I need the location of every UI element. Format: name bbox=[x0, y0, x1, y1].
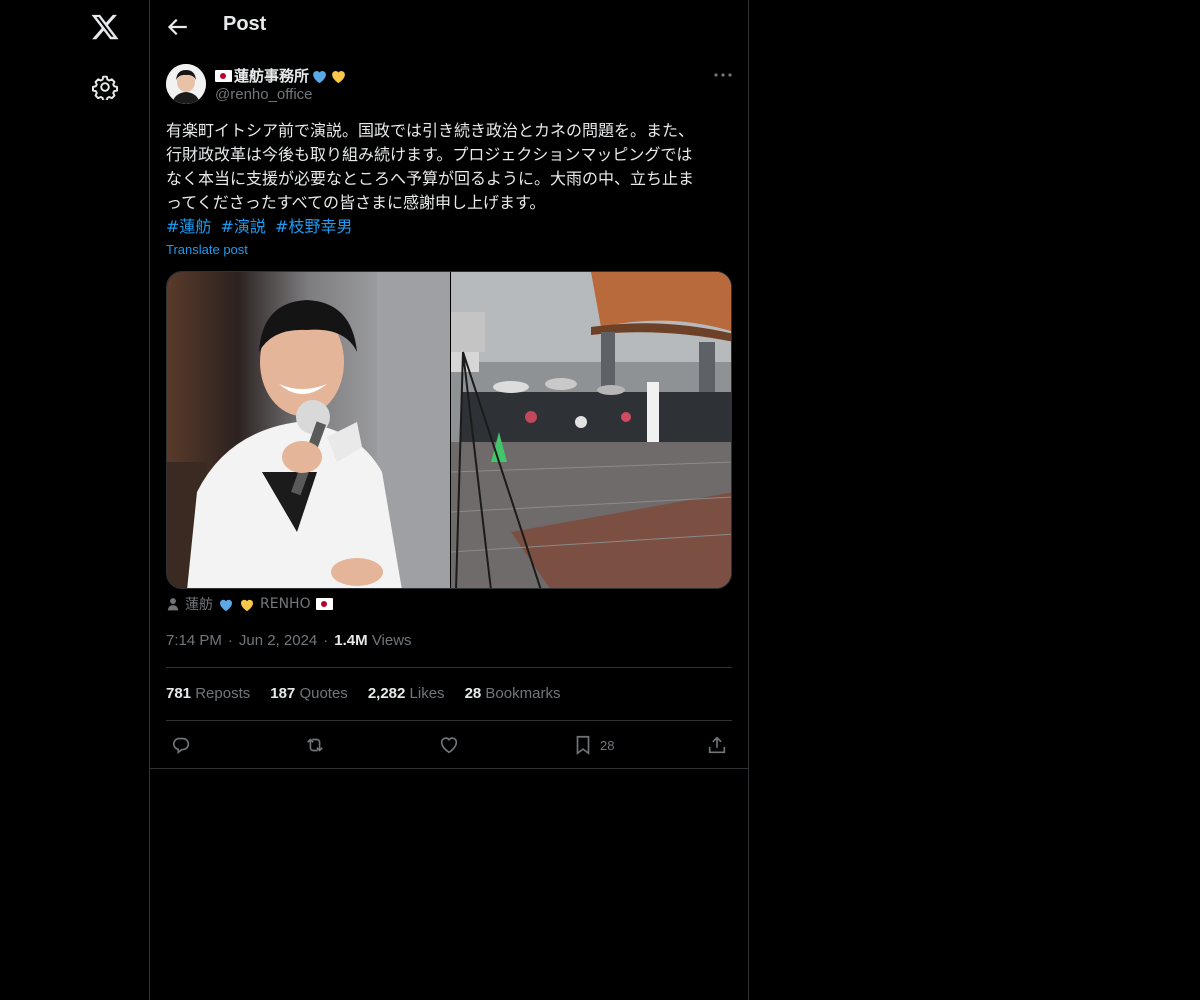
yellow-heart-icon bbox=[241, 599, 253, 611]
yellow-heart-icon bbox=[332, 70, 345, 83]
avatar[interactable] bbox=[166, 64, 206, 104]
bookmark-icon bbox=[576, 735, 590, 755]
post-actions: 28 bbox=[166, 733, 732, 759]
likes-stat[interactable]: 2,282 Likes bbox=[368, 685, 445, 702]
author-handle[interactable]: @renho_office bbox=[215, 86, 313, 103]
hashtag-link[interactable]: #蓮舫 bbox=[166, 217, 211, 236]
author-name[interactable]: 蓮舫事務所 bbox=[215, 65, 347, 86]
x-logo-icon[interactable] bbox=[90, 12, 120, 42]
hashtag-link[interactable]: #枝野幸男 bbox=[275, 217, 352, 236]
blue-heart-icon bbox=[313, 70, 326, 83]
like-icon bbox=[440, 737, 458, 754]
views-count: 1.4M bbox=[334, 632, 368, 649]
left-nav bbox=[0, 0, 150, 1000]
post-date[interactable]: Jun 2, 2024 bbox=[239, 632, 317, 649]
back-arrow-icon[interactable] bbox=[164, 14, 190, 40]
views-label: Views bbox=[371, 632, 412, 649]
translate-post-link[interactable]: Translate post bbox=[166, 242, 248, 257]
bookmark-button[interactable]: 28 bbox=[572, 733, 614, 757]
hashtag-link[interactable]: #演説 bbox=[221, 217, 266, 236]
divider bbox=[166, 667, 732, 668]
post-hashtags: #蓮舫 #演説 #枝野幸男 bbox=[166, 215, 356, 239]
bookmarks-stat[interactable]: 28 Bookmarks bbox=[465, 685, 561, 702]
photo-speaker-portrait[interactable] bbox=[167, 272, 450, 588]
japan-flag-icon bbox=[315, 598, 333, 610]
post-time[interactable]: 7:14 PM bbox=[166, 632, 222, 649]
more-icon[interactable] bbox=[712, 66, 734, 84]
page-title: Post bbox=[223, 13, 267, 35]
gear-icon[interactable] bbox=[92, 74, 118, 100]
share-icon bbox=[708, 736, 726, 754]
reply-button[interactable] bbox=[170, 733, 192, 757]
japan-flag-icon bbox=[215, 69, 232, 82]
photo-rally-scene[interactable] bbox=[450, 272, 731, 588]
post-author: 蓮舫事務所 @renho_office bbox=[166, 64, 734, 108]
reply-icon bbox=[172, 737, 190, 754]
tagged-user-suffix: RENHO bbox=[260, 596, 311, 612]
reposts-stat[interactable]: 781 Reposts bbox=[166, 685, 250, 702]
blue-heart-icon bbox=[220, 599, 232, 611]
post-meta: 7:14 PM · Jun 2, 2024 · 1.4M Views bbox=[166, 632, 412, 649]
rally-scene-image bbox=[450, 272, 731, 588]
like-button[interactable] bbox=[438, 733, 460, 757]
post-media bbox=[166, 271, 732, 589]
repost-icon bbox=[307, 738, 323, 752]
author-display-name: 蓮舫事務所 bbox=[234, 67, 310, 85]
quotes-stat[interactable]: 187 Quotes bbox=[270, 685, 348, 702]
tagged-user[interactable]: 蓮舫 RENHO bbox=[166, 594, 333, 614]
tagged-user-name: 蓮舫 bbox=[185, 597, 213, 613]
avatar-image bbox=[166, 64, 206, 104]
post-stats: 781 Reposts 187 Quotes 2,282 Likes 28 Bo… bbox=[166, 685, 560, 702]
repost-button[interactable] bbox=[304, 733, 326, 757]
divider bbox=[150, 768, 748, 769]
bookmark-count: 28 bbox=[600, 737, 615, 753]
divider bbox=[166, 720, 732, 721]
page-header: Post bbox=[150, 0, 748, 54]
person-icon bbox=[167, 598, 179, 611]
speaker-portrait-image bbox=[167, 272, 450, 588]
post-text: 有楽町イトシア前で演説。国政では引き続き政治とカネの問題を。また、 行財政改革は… bbox=[166, 121, 695, 212]
main-column: Post 蓮舫事務所 @renho_office 有楽町イトシア前で演説。国政で… bbox=[149, 0, 749, 1000]
share-button[interactable] bbox=[706, 733, 728, 757]
